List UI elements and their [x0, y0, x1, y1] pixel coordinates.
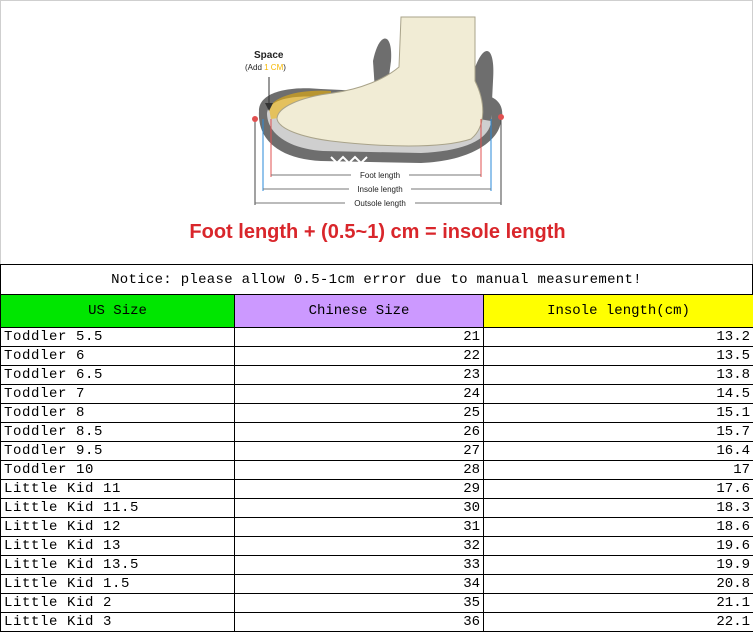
table-row: Little Kid 1.5 34 20.8 — [0, 574, 753, 594]
chinese-size-cell: 34 — [234, 574, 484, 594]
insole-length-cell: 13.5 — [483, 346, 753, 366]
table-row: Little Kid 13 32 19.6 — [0, 536, 753, 556]
table-row: Toddler 8 25 15.1 — [0, 403, 753, 423]
chinese-size-cell: 33 — [234, 555, 484, 575]
notice-text: Notice: please allow 0.5-1cm error due t… — [0, 264, 753, 294]
table-row: Little Kid 11 29 17.6 — [0, 479, 753, 499]
table-row: Toddler 6 22 13.5 — [0, 346, 753, 366]
chinese-size-cell: 31 — [234, 517, 484, 537]
chinese-size-cell: 23 — [234, 365, 484, 385]
table-row: Toddler 10 28 17 — [0, 460, 753, 480]
insole-length-label: Insole length — [357, 185, 402, 194]
chinese-size-cell: 32 — [234, 536, 484, 556]
us-size-cell: Toddler 6.5 — [0, 365, 235, 385]
space-add-value: 1 CM — [264, 63, 283, 72]
chinese-size-cell: 24 — [234, 384, 484, 404]
table-row: Toddler 7 24 14.5 — [0, 384, 753, 404]
us-size-cell: Little Kid 1.5 — [0, 574, 235, 594]
insole-length-cell: 14.5 — [483, 384, 753, 404]
table-row: Little Kid 12 31 18.6 — [0, 517, 753, 537]
insole-length-cell: 18.6 — [483, 517, 753, 537]
chinese-size-cell: 35 — [234, 593, 484, 613]
insole-length-cell: 15.7 — [483, 422, 753, 442]
space-add-prefix: (Add — [245, 63, 264, 72]
chinese-size-cell: 36 — [234, 612, 484, 632]
chinese-size-cell: 25 — [234, 403, 484, 423]
svg-text:(Add 1 CM): (Add 1 CM) — [245, 63, 286, 72]
chinese-size-cell: 26 — [234, 422, 484, 442]
chinese-size-cell: 30 — [234, 498, 484, 518]
insole-length-cell: 17 — [483, 460, 753, 480]
space-add-suffix: ) — [283, 63, 286, 72]
insole-length-cell: 19.9 — [483, 555, 753, 575]
header-chinese-size: Chinese Size — [234, 294, 484, 328]
outsole-length-label: Outsole length — [354, 199, 406, 208]
chinese-size-cell: 22 — [234, 346, 484, 366]
us-size-cell: Little Kid 13 — [0, 536, 235, 556]
table-row: Toddler 9.5 27 16.4 — [0, 441, 753, 461]
insole-length-cell: 15.1 — [483, 403, 753, 423]
us-size-cell: Toddler 9.5 — [0, 441, 235, 461]
us-size-cell: Little Kid 2 — [0, 593, 235, 613]
insole-length-cell: 13.8 — [483, 365, 753, 385]
insole-length-cell: 19.6 — [483, 536, 753, 556]
insole-length-cell: 21.1 — [483, 593, 753, 613]
table-row: Little Kid 2 35 21.1 — [0, 593, 753, 613]
table-row: Little Kid 13.5 33 19.9 — [0, 555, 753, 575]
header-us-size: US Size — [0, 294, 235, 328]
insole-length-cell: 18.3 — [483, 498, 753, 518]
size-chart-table: US Size Chinese Size Insole length(cm) T… — [0, 294, 753, 632]
size-rows: Toddler 5.5 21 13.2 Toddler 6 22 13.5 Toddler … — [0, 327, 753, 632]
chinese-size-cell: 29 — [234, 479, 484, 499]
us-size-cell: Toddler 10 — [0, 460, 235, 480]
insole-length-cell: 20.8 — [483, 574, 753, 594]
us-size-cell: Toddler 7 — [0, 384, 235, 404]
us-size-cell: Little Kid 13.5 — [0, 555, 235, 575]
chinese-size-cell: 27 — [234, 441, 484, 461]
table-row: Toddler 5.5 21 13.2 — [0, 327, 753, 347]
table-row: Toddler 6.5 23 13.8 — [0, 365, 753, 385]
table-header-row: US Size Chinese Size Insole length(cm) — [0, 294, 753, 328]
us-size-cell: Toddler 6 — [0, 346, 235, 366]
insole-length-cell: 16.4 — [483, 441, 753, 461]
us-size-cell: Toddler 5.5 — [0, 327, 235, 347]
us-size-cell: Little Kid 11 — [0, 479, 235, 499]
foot-length-label: Foot length — [360, 171, 400, 180]
table-row: Toddler 8.5 26 15.7 — [0, 422, 753, 442]
chinese-size-cell: 21 — [234, 327, 484, 347]
chinese-size-cell: 28 — [234, 460, 484, 480]
foot-measurement-illustration: Space (Add 1 CM) Foot length Insole leng… — [0, 0, 753, 264]
us-size-cell: Toddler 8.5 — [0, 422, 235, 442]
us-size-cell: Little Kid 11.5 — [0, 498, 235, 518]
table-row: Little Kid 3 36 22.1 — [0, 612, 753, 632]
table-row: Little Kid 11.5 30 18.3 — [0, 498, 753, 518]
insole-length-cell: 13.2 — [483, 327, 753, 347]
us-size-cell: Little Kid 3 — [0, 612, 235, 632]
us-size-cell: Little Kid 12 — [0, 517, 235, 537]
insole-length-cell: 17.6 — [483, 479, 753, 499]
insole-formula: Foot length + (0.5~1) cm = insole length — [189, 221, 566, 243]
us-size-cell: Toddler 8 — [0, 403, 235, 423]
header-insole-length: Insole length(cm) — [483, 294, 753, 328]
space-label: Space — [254, 50, 284, 61]
insole-length-cell: 22.1 — [483, 612, 753, 632]
